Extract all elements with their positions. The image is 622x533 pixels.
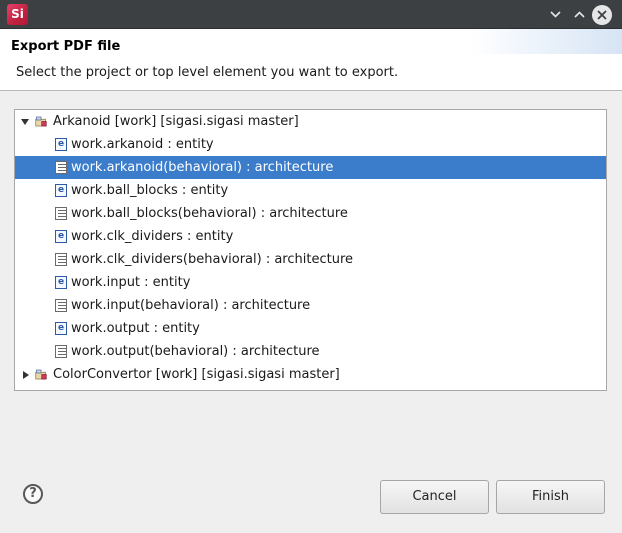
tree-item-label: work.clk_dividers(behavioral) : architec…	[71, 252, 354, 267]
close-button[interactable]	[592, 5, 612, 25]
tree-item-label: Arkanoid [work] [sigasi.sigasi master]	[53, 114, 299, 129]
dialog-message: Select the project or top level element …	[16, 65, 399, 80]
minimize-button[interactable]	[545, 4, 566, 25]
tree-item-architecture[interactable]: work.ball_blocks(behavioral) : architect…	[15, 202, 606, 225]
tree-item-label: work.ball_blocks : entity	[71, 183, 229, 198]
tree-item-entity[interactable]: e work.arkanoid : entity	[15, 133, 606, 156]
entity-icon: e	[55, 276, 67, 289]
expand-arrow-icon[interactable]	[23, 371, 29, 379]
tree-item-entity[interactable]: e work.output : entity	[15, 317, 606, 340]
maximize-button[interactable]	[569, 4, 590, 25]
finish-button[interactable]: Finish	[496, 480, 605, 514]
help-icon[interactable]: ?	[23, 484, 43, 504]
expand-arrow-icon[interactable]	[21, 119, 29, 125]
tree-item-project-colorconvertor[interactable]: ColorConvertor [work] [sigasi.sigasi mas…	[15, 363, 606, 386]
entity-icon: e	[55, 322, 67, 335]
entity-icon: e	[55, 184, 67, 197]
architecture-icon	[55, 299, 67, 312]
tree-item-label: work.input : entity	[71, 275, 191, 290]
architecture-icon	[55, 345, 67, 358]
tree-item-label: work.output(behavioral) : architecture	[71, 344, 320, 359]
tree-item-label: work.ball_blocks(behavioral) : architect…	[71, 206, 348, 221]
tree-item-label: work.output : entity	[71, 321, 200, 336]
title-bar: Si	[0, 0, 622, 29]
tree-item-architecture-selected[interactable]: work.arkanoid(behavioral) : architecture	[15, 156, 606, 179]
architecture-icon	[55, 161, 67, 174]
tree-item-architecture[interactable]: work.clk_dividers(behavioral) : architec…	[15, 248, 606, 271]
tree-item-label: ColorConvertor [work] [sigasi.sigasi mas…	[53, 367, 340, 382]
close-icon	[597, 10, 607, 20]
architecture-icon	[55, 253, 67, 266]
tree-item-entity[interactable]: e work.input : entity	[15, 271, 606, 294]
architecture-icon	[55, 207, 67, 220]
chevron-up-icon	[574, 11, 585, 18]
chevron-down-icon	[550, 11, 561, 18]
tree-item-project-arkanoid[interactable]: Arkanoid [work] [sigasi.sigasi master]	[15, 110, 606, 133]
dialog-content: Arkanoid [work] [sigasi.sigasi master] e…	[0, 91, 622, 467]
tree-item-label: work.arkanoid(behavioral) : architecture	[71, 160, 334, 175]
tree-item-architecture[interactable]: work.input(behavioral) : architecture	[15, 294, 606, 317]
tree-item-architecture[interactable]: work.output(behavioral) : architecture	[15, 340, 606, 363]
sigasi-app-icon: Si	[7, 4, 28, 25]
entity-icon: e	[55, 230, 67, 243]
tree-item-entity[interactable]: e work.ball_blocks : entity	[15, 179, 606, 202]
project-tree[interactable]: Arkanoid [work] [sigasi.sigasi master] e…	[14, 109, 607, 391]
vhdl-project-icon	[35, 369, 47, 380]
cancel-button[interactable]: Cancel	[380, 480, 489, 514]
dialog-header: Export PDF file Select the project or to…	[0, 29, 622, 90]
vhdl-project-icon	[35, 116, 47, 127]
tree-item-entity[interactable]: e work.clk_dividers : entity	[15, 225, 606, 248]
dialog-footer: ? Cancel Finish	[0, 467, 622, 533]
tree-item-label: work.arkanoid : entity	[71, 137, 214, 152]
entity-icon: e	[55, 138, 67, 151]
dialog-title: Export PDF file	[11, 39, 121, 54]
tree-item-label: work.input(behavioral) : architecture	[71, 298, 311, 313]
tree-item-label: work.clk_dividers : entity	[71, 229, 234, 244]
header-banner-decoration	[472, 29, 622, 54]
